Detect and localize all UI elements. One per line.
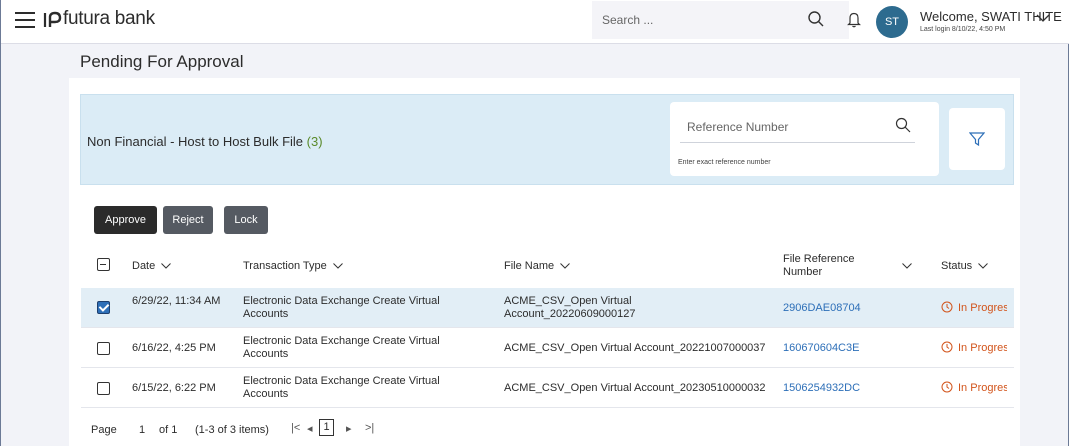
clock-icon [941,341,953,353]
row-file-name: ACME_CSV_Open Virtual Account_2022060900… [504,295,636,320]
row-status-label: In Progress [958,302,1007,314]
column-header-file-name-label: File Name [504,260,555,272]
chevron-down-icon [332,263,343,269]
section-title: Non Financial - Host to Host Bulk File (… [87,134,323,149]
section-title-text: Non Financial - Host to Host Bulk File [87,134,304,149]
chevron-down-icon[interactable] [1036,11,1050,25]
row-checkbox[interactable] [97,301,110,314]
row-status: In Progress [941,381,1007,395]
clock-icon [941,301,953,313]
row-date: 6/15/22, 6:22 PM [132,382,216,394]
row-status: In Progress [941,341,1007,355]
pagination-prev-button[interactable]: ◂ [307,422,313,435]
row-transaction-type: Electronic Data Exchange Create Virtual … [243,375,440,400]
hamburger-menu-icon[interactable] [15,12,35,28]
chevron-down-icon [560,263,570,269]
column-header-status[interactable]: Status [941,260,989,272]
filter-icon [969,132,985,147]
row-status-label: In Progress [958,382,1007,394]
pagination-page-box[interactable]: 1 [319,419,334,436]
chevron-down-icon [978,263,989,269]
pagination-next-button[interactable]: ▸ [346,422,352,435]
pagination-last-button[interactable]: >| [365,422,374,434]
brand-name: futura bank [63,8,155,29]
pagination-current-page: 1 [139,424,146,436]
clock-icon [941,381,953,393]
row-file-reference-link[interactable]: 160670604C3E [783,342,859,355]
user-avatar[interactable]: ST [876,6,908,38]
bell-icon[interactable] [845,10,863,28]
page-title: Pending For Approval [80,52,244,71]
column-header-date[interactable]: Date [132,260,172,272]
futura-bank-logo-icon [43,11,62,27]
lock-button[interactable]: Lock [224,206,268,234]
pagination-page-label: Page [91,424,117,436]
search-icon[interactable] [807,10,825,28]
pagination-items-summary: (1-3 of 3 items) [195,424,269,436]
row-file-reference-link[interactable]: 1506254932DC [783,382,860,395]
row-transaction-type: Electronic Data Exchange Create Virtual … [243,295,440,320]
column-header-file-name[interactable]: File Name [504,260,570,272]
last-login-text: Last login 8/10/22, 4:50 PM [920,26,1006,33]
row-date: 6/29/22, 11:34 AM [132,295,221,307]
pagination-of-label: of 1 [159,424,178,436]
column-header-date-label: Date [132,260,156,272]
column-header-file-reference[interactable]: File Reference Number [783,253,873,279]
filter-button[interactable] [949,108,1005,170]
chevron-down-icon[interactable] [902,263,912,269]
row-checkbox[interactable] [97,342,110,355]
search-icon[interactable] [895,117,911,133]
column-header-status-label: Status [941,260,973,272]
row-transaction-type: Electronic Data Exchange Create Virtual … [243,335,440,360]
top-bar: futura bank ST Welcome, SWATI THITE Last… [1,0,1069,44]
row-status-label: In Progress [958,342,1007,354]
section-count: (3) [306,134,323,149]
row-file-name: ACME_CSV_Open Virtual Account_2022100700… [504,342,766,354]
row-status: In Progress [941,301,1007,315]
reference-hint: Enter exact reference number [678,159,771,166]
reject-button[interactable]: Reject [163,206,213,234]
row-date: 6/16/22, 4:25 PM [132,342,216,354]
approve-button[interactable]: Approve [94,206,157,234]
global-search-input[interactable] [592,1,802,39]
column-header-transaction-type[interactable]: Transaction Type [243,260,343,272]
column-header-transaction-type-label: Transaction Type [243,260,327,272]
row-checkbox[interactable] [97,382,110,395]
chevron-down-icon [161,263,172,269]
pagination-first-button[interactable]: |< [291,422,300,434]
select-all-checkbox[interactable] [97,258,110,271]
row-file-reference-link[interactable]: 2906DAE08704 [783,302,861,315]
reference-number-input[interactable] [680,111,915,143]
row-file-name: ACME_CSV_Open Virtual Account_2023051000… [504,382,766,394]
